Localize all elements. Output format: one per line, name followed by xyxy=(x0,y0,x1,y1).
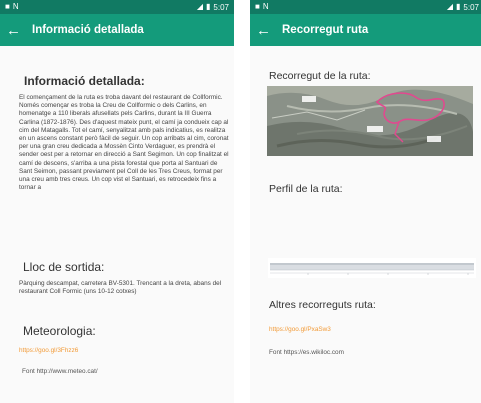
battery-icon: ▮ xyxy=(206,2,211,11)
screen-divider xyxy=(234,0,250,403)
status-time: 5:07 xyxy=(213,2,229,12)
route-screen: ■ N ◢ ▮ 5:07 ← Recorregut ruta Recorregu… xyxy=(250,0,481,403)
other-routes-source: Font https://es.wikiloc.com xyxy=(269,349,344,356)
route-description: El començament de la ruta es troba davan… xyxy=(19,94,229,192)
n-notification-icon: N xyxy=(12,2,19,11)
arrow-left-icon[interactable]: ← xyxy=(256,23,282,38)
status-time: 5:07 xyxy=(463,2,479,12)
signal-icon: ◢ xyxy=(446,2,454,11)
profile-heading: Perfil de la ruta: xyxy=(269,183,343,195)
map-heading: Recorregut de la ruta: xyxy=(269,70,371,82)
other-routes-link[interactable]: https://goo.gl/PxaSw3 xyxy=(269,326,331,333)
status-bar: ■ N ◢ ▮ 5:07 xyxy=(0,0,234,14)
signal-icon: ◢ xyxy=(196,2,204,11)
status-bar: ■ N ◢ ▮ 5:07 xyxy=(250,0,481,14)
app-bar: ← Informació detallada xyxy=(0,14,234,46)
elevation-profile-image[interactable] xyxy=(268,258,476,278)
weather-heading: Meteorologia: xyxy=(23,324,96,338)
battery-icon: ▮ xyxy=(456,2,461,11)
detail-screen: ■ N ◢ ▮ 5:07 ← Informació detallada Info… xyxy=(0,0,234,403)
exit-heading: Lloc de sortida: xyxy=(23,260,105,274)
page-title: Recorregut ruta xyxy=(282,24,369,36)
weather-link[interactable]: https://goo.gl/3Fhzz6 xyxy=(19,347,78,354)
notification-icon: ■ xyxy=(255,2,260,11)
notification-icon: ■ xyxy=(5,2,10,11)
n-notification-icon: N xyxy=(262,2,269,11)
exit-text: Pàrquing descampat, carretera BV-5301. T… xyxy=(19,280,222,296)
route-map-image[interactable] xyxy=(267,86,473,156)
weather-source: Font http://www.meteo.cat/ xyxy=(22,368,98,375)
page-title: Informació detallada xyxy=(32,24,144,36)
app-bar: ← Recorregut ruta xyxy=(250,14,481,46)
arrow-left-icon[interactable]: ← xyxy=(6,23,32,38)
detail-heading: Informació detallada: xyxy=(24,74,145,88)
other-routes-heading: Altres recorreguts ruta: xyxy=(269,299,376,311)
